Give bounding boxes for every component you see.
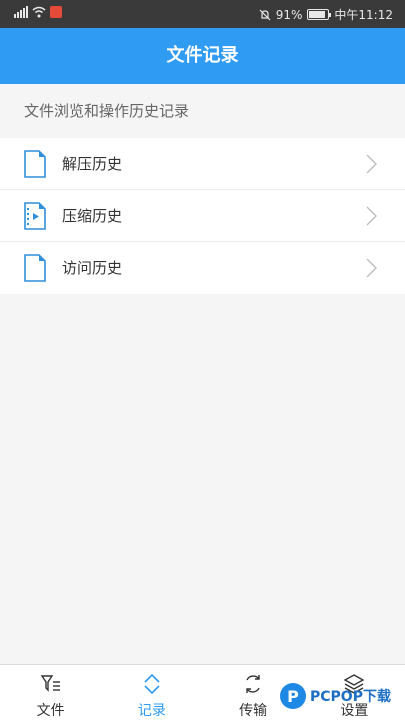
status-left bbox=[14, 6, 62, 18]
chevron-right-icon bbox=[366, 258, 377, 278]
history-list: 解压历史 压缩历史 访问历史 bbox=[0, 138, 405, 294]
tab-files[interactable]: 文件 bbox=[0, 665, 101, 720]
chevron-right-icon bbox=[366, 206, 377, 226]
tab-label: 记录 bbox=[137, 703, 166, 719]
section-header: 文件浏览和操作历史记录 bbox=[0, 84, 405, 138]
history-item-compress[interactable]: 压缩历史 bbox=[0, 190, 405, 242]
filter-list-icon bbox=[40, 675, 60, 692]
status-right: 91% 中午11:12 bbox=[259, 6, 393, 23]
history-item-label: 访问历史 bbox=[62, 259, 123, 277]
tab-records[interactable]: 记录 bbox=[101, 665, 202, 720]
history-item-extract[interactable]: 解压历史 bbox=[0, 138, 405, 190]
wifi-icon bbox=[32, 6, 46, 18]
notification-badge-icon bbox=[50, 6, 62, 18]
tab-label: 文件 bbox=[36, 703, 65, 719]
video-file-icon bbox=[24, 202, 46, 230]
battery-percent: 91% bbox=[275, 7, 303, 22]
mute-bell-icon bbox=[259, 9, 271, 20]
document-icon bbox=[24, 254, 46, 282]
app-bar: 文件记录 bbox=[0, 28, 405, 84]
document-icon bbox=[24, 150, 46, 178]
expand-collapse-icon bbox=[144, 673, 160, 695]
battery-icon bbox=[307, 9, 332, 20]
clock: 中午11:12 bbox=[334, 8, 393, 22]
sync-icon bbox=[246, 675, 260, 693]
watermark-logo-icon: P bbox=[280, 683, 306, 709]
history-item-label: 压缩历史 bbox=[62, 207, 123, 225]
signal-icon bbox=[14, 6, 28, 18]
watermark: P PCPOP下载 bbox=[280, 683, 391, 709]
watermark-text: PCPOP下载 bbox=[310, 689, 391, 705]
history-item-visit[interactable]: 访问历史 bbox=[0, 242, 405, 294]
chevron-right-icon bbox=[366, 154, 377, 174]
page-title: 文件记录 bbox=[166, 45, 239, 66]
status-bar: 91% 中午11:12 bbox=[0, 0, 405, 28]
history-item-label: 解压历史 bbox=[62, 155, 123, 173]
